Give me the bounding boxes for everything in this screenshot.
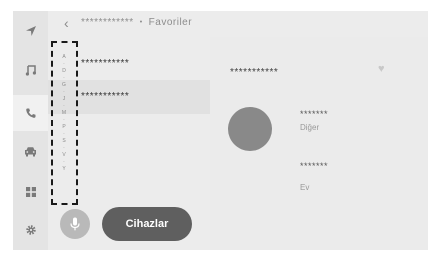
nav-item-vehicle[interactable] bbox=[13, 133, 48, 169]
avatar bbox=[228, 107, 272, 151]
index-letter[interactable]: J bbox=[63, 97, 66, 102]
tab-favorites[interactable]: Favoriler bbox=[149, 17, 192, 28]
music-icon bbox=[25, 65, 36, 76]
nav-item-navigation[interactable] bbox=[13, 13, 48, 49]
alphabet-index[interactable]: A · D · G · J · M · P · S · V · Y bbox=[61, 55, 67, 172]
index-dot: · bbox=[63, 117, 65, 123]
car-icon bbox=[25, 146, 36, 156]
phone-number[interactable]: ******* bbox=[300, 161, 328, 171]
nav-item-settings[interactable] bbox=[13, 212, 48, 248]
voice-button[interactable] bbox=[60, 209, 90, 239]
phone-label: Ev bbox=[300, 183, 310, 192]
settings-icon bbox=[25, 225, 36, 235]
favorite-heart-icon[interactable]: ♥ bbox=[378, 63, 385, 75]
header-bar: ‹ ************ • Favoriler bbox=[48, 11, 428, 37]
index-letter[interactable]: S bbox=[62, 139, 65, 144]
index-dot: · bbox=[63, 145, 65, 151]
phone-label: Diğer bbox=[300, 123, 320, 132]
index-letter[interactable]: Y bbox=[62, 167, 65, 172]
back-button[interactable]: ‹ bbox=[64, 15, 69, 31]
microphone-icon bbox=[70, 217, 80, 231]
navigation-icon bbox=[25, 26, 36, 36]
nav-item-music[interactable] bbox=[13, 52, 48, 88]
contact-source-title: ************ bbox=[81, 17, 134, 28]
index-letter[interactable]: V bbox=[62, 153, 65, 158]
contact-detail-panel: *********** ♥ ******* Diğer ******* Ev bbox=[210, 37, 428, 250]
detail-contact-name: *********** bbox=[230, 67, 279, 78]
index-dot: · bbox=[63, 61, 65, 67]
index-letter[interactable]: A bbox=[62, 55, 65, 60]
contact-name: *********** bbox=[81, 91, 130, 102]
index-letter[interactable]: M bbox=[62, 111, 66, 116]
nav-item-apps[interactable] bbox=[13, 174, 48, 210]
head-unit-screen: ‹ ************ • Favoriler *********** ***… bbox=[13, 11, 428, 250]
contact-name: *********** bbox=[81, 58, 130, 69]
phone-icon bbox=[25, 108, 35, 118]
nav-item-phone[interactable] bbox=[13, 95, 48, 131]
apps-icon bbox=[25, 187, 36, 197]
index-dot: · bbox=[63, 89, 65, 95]
index-letter[interactable]: D bbox=[62, 69, 66, 74]
index-dot: · bbox=[63, 131, 65, 137]
index-dot: · bbox=[63, 159, 65, 165]
index-letter[interactable]: P bbox=[62, 125, 65, 130]
title-separator: • bbox=[139, 19, 143, 26]
index-dot: · bbox=[63, 103, 65, 109]
nav-rail bbox=[13, 11, 48, 250]
devices-button[interactable]: Cihazlar bbox=[102, 207, 192, 241]
index-dot: · bbox=[63, 75, 65, 81]
index-letter[interactable]: G bbox=[62, 83, 66, 88]
page-title: ************ • Favoriler bbox=[81, 17, 192, 28]
phone-number[interactable]: ******* bbox=[300, 109, 328, 119]
